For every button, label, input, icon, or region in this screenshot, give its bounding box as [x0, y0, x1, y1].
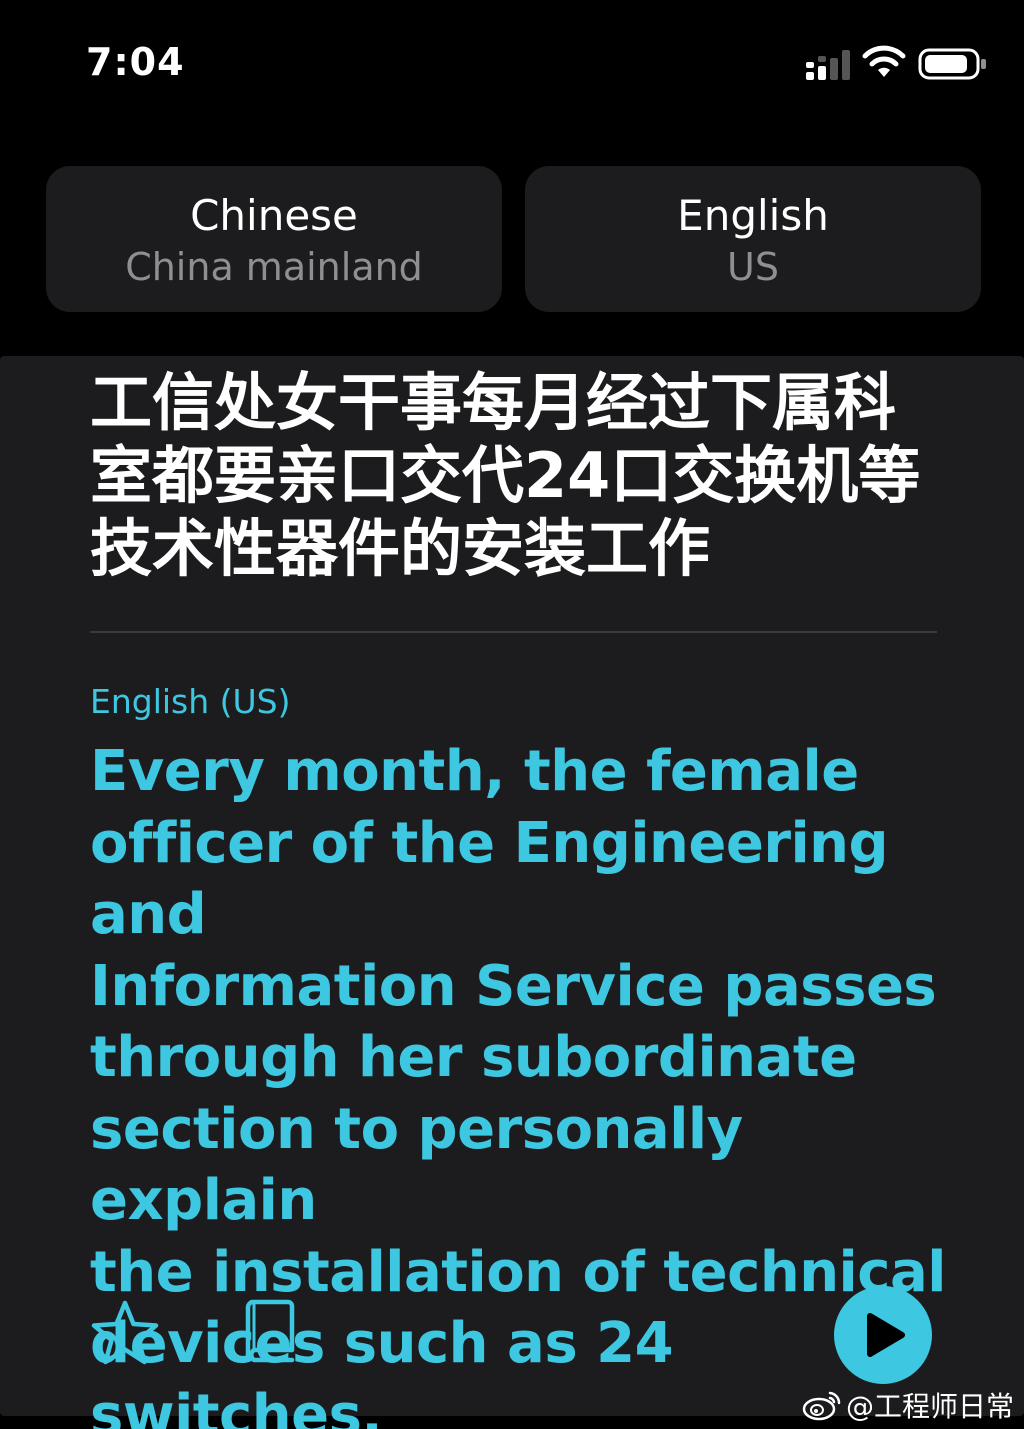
battery-icon: [918, 48, 986, 80]
status-bar: 7:04: [0, 0, 1024, 130]
play-icon: [867, 1313, 905, 1357]
translation-card: 工信处女干事每月经过下属科 室都要亲口交代24口交换机等 技术性器件的安装工作 …: [0, 356, 1024, 1429]
source-language-region: China mainland: [125, 245, 423, 289]
cellular-signal-icon: [806, 50, 850, 80]
source-text-line: 工信处女干事每月经过下属科: [90, 366, 897, 439]
source-text-line: 技术性器件的安装工作: [90, 512, 711, 585]
source-language-button[interactable]: Chinese China mainland: [46, 166, 502, 312]
translated-text-line: officer of the Engineering and: [90, 810, 889, 948]
translated-text-line: section to personally explain: [90, 1096, 743, 1234]
target-language-button[interactable]: English US: [525, 166, 981, 312]
dictionary-button[interactable]: [242, 1298, 298, 1364]
target-language-region: US: [727, 245, 779, 289]
favorite-button[interactable]: [90, 1300, 160, 1366]
translated-text-line: through her subordinate: [90, 1025, 857, 1090]
watermark-text: @工程师日常: [845, 1390, 1014, 1423]
status-time: 7:04: [86, 40, 185, 84]
weibo-logo-icon: [802, 1391, 841, 1421]
play-button[interactable]: [834, 1286, 932, 1384]
source-language-name: Chinese: [190, 191, 358, 240]
translated-text-line: Every month, the female: [90, 739, 859, 804]
book-icon: [245, 1299, 295, 1363]
star-icon: [91, 1300, 159, 1365]
translated-text-line: Information Service passes: [90, 953, 937, 1019]
target-language-label: English (US): [90, 682, 291, 721]
target-language-name: English: [677, 191, 829, 240]
watermark: @工程师日常: [802, 1386, 1014, 1424]
divider: [90, 631, 937, 633]
source-text-line: 室都要亲口交代24口交换机等: [90, 439, 921, 512]
translated-text-line: the installation of technical: [90, 1239, 946, 1305]
source-text[interactable]: 工信处女干事每月经过下属科 室都要亲口交代24口交换机等 技术性器件的安装工作: [90, 366, 940, 585]
wifi-icon: [862, 45, 906, 77]
translated-text-line: devices such as 24 switches.: [90, 1311, 674, 1429]
